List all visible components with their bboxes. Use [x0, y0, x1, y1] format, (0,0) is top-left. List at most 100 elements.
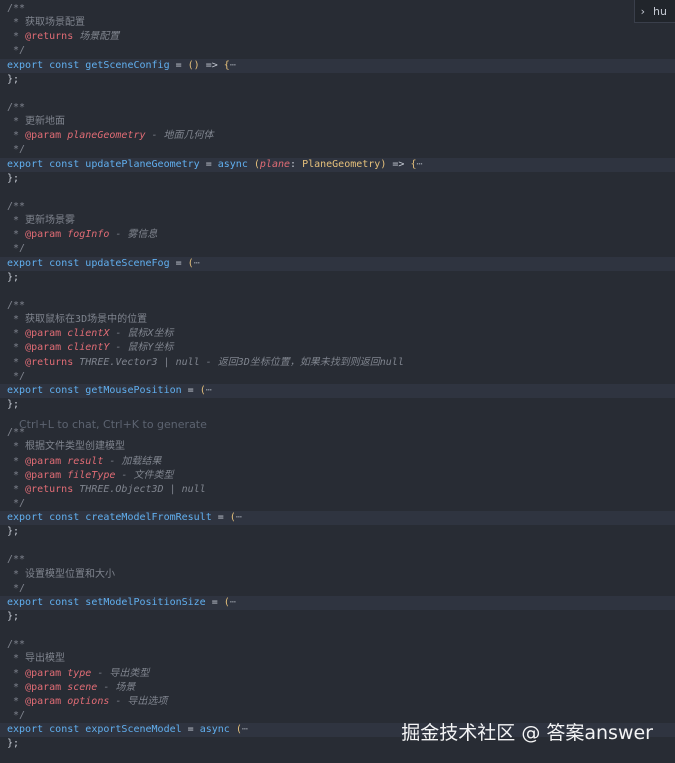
code-line: * 更新地面 — [0, 115, 675, 129]
paren: ( — [229, 724, 242, 736]
code-line: */ — [0, 497, 675, 511]
keyword-export: export — [7, 59, 44, 71]
keyword-export: export — [7, 158, 44, 170]
comment-star: * — [7, 681, 26, 693]
folded-function-line[interactable]: export const getSceneConfig = () => {⋯ — [0, 58, 675, 73]
comment-description: * 导出模型 — [7, 653, 66, 665]
comment-star: * — [7, 229, 26, 241]
jsdoc-param-tag: @param — [25, 130, 62, 142]
code-line: /** — [0, 101, 675, 115]
type-name: PlaneGeometry — [302, 158, 381, 170]
operator: = — [211, 512, 230, 524]
param-name: plane — [259, 158, 291, 170]
folded-function-line[interactable]: export const updatePlaneGeometry = async… — [0, 157, 675, 172]
jsdoc-param-name: scene — [67, 681, 98, 693]
comment-description: * 更新场景雾 — [7, 215, 76, 227]
comment-star: * — [7, 328, 26, 340]
keyword-export: export — [7, 257, 44, 269]
comment-close: */ — [7, 497, 26, 509]
operator: = — [205, 596, 224, 608]
paren: ( — [247, 158, 260, 170]
block-end: }; — [7, 526, 20, 538]
code-line: * 导出模型 — [0, 652, 675, 666]
jsdoc-returns-tag: @returns — [25, 31, 74, 43]
block-end: }; — [7, 738, 20, 750]
comment-open: /** — [7, 554, 26, 566]
code-line: * @returns THREE.Object3D | null — [0, 483, 675, 497]
comment-param-text: - 文件类型 — [115, 469, 174, 481]
keyword-const: const — [49, 596, 80, 608]
fold-ellipsis-icon[interactable]: ⋯ — [417, 159, 423, 170]
jsdoc-param-tag: @param — [25, 455, 62, 467]
keyword-const: const — [49, 512, 80, 524]
keyword-const: const — [49, 257, 80, 269]
code-editor[interactable]: /** * 获取场景配置 * @returns 场景配置 */ export c… — [0, 0, 675, 763]
comment-param-text: - 地面几何体 — [145, 130, 214, 142]
code-line: }; — [0, 73, 675, 87]
fold-ellipsis-icon[interactable]: ⋯ — [230, 60, 236, 71]
top-right-badge[interactable]: › hu — [633, 0, 675, 23]
keyword-const: const — [49, 384, 80, 396]
folded-function-line[interactable]: export const updateSceneFog = (⋯ — [0, 256, 675, 271]
jsdoc-param-name: clientX — [67, 328, 110, 340]
comment-description: * 设置模型位置和大小 — [7, 568, 116, 580]
keyword-const: const — [49, 59, 80, 71]
block-end: }; — [7, 172, 20, 184]
code-line: * 根据文件类型创建模型 — [0, 440, 675, 454]
fold-ellipsis-icon[interactable]: ⋯ — [230, 597, 236, 608]
block-end: }; — [7, 271, 20, 283]
comment-close: */ — [7, 710, 26, 722]
code-line: }; — [0, 525, 675, 539]
code-line: * @returns 场景配置 — [0, 30, 675, 44]
keyword-const: const — [49, 158, 80, 170]
code-area[interactable]: /** * 获取场景配置 * @returns 场景配置 */ export c… — [0, 2, 675, 751]
code-line: /** — [0, 2, 675, 16]
code-line: /** — [0, 553, 675, 567]
code-line: * @param options - 导出选项 — [0, 695, 675, 709]
comment-star: * — [7, 356, 26, 368]
code-line: }; — [0, 610, 675, 624]
comment-star: * — [7, 455, 26, 467]
function-name: updateSceneFog — [85, 257, 170, 269]
comment-star: * — [7, 695, 26, 707]
code-line: /** — [0, 638, 675, 652]
comment-star: * — [7, 469, 26, 481]
function-name: createModelFromResult — [85, 512, 212, 524]
inline-ai-hint: Ctrl+L to chat, Ctrl+K to generate — [19, 418, 207, 431]
code-line: * @param clientX - 鼠标X坐标 — [0, 327, 675, 341]
code-line: }; — [0, 172, 675, 186]
fold-ellipsis-icon[interactable]: ⋯ — [242, 724, 248, 735]
function-name: exportSceneModel — [85, 724, 182, 736]
jsdoc-param-tag: @param — [25, 469, 62, 481]
fold-ellipsis-icon[interactable]: ⋯ — [206, 385, 212, 396]
jsdoc-param-tag: @param — [25, 229, 62, 241]
comment-star: * — [7, 667, 26, 679]
comment-param-text: - 导出选项 — [109, 695, 168, 707]
folded-function-line[interactable]: export const getMousePosition = (⋯ — [0, 383, 675, 398]
code-line: }; — [0, 271, 675, 285]
keyword-async: async — [199, 724, 230, 736]
function-name: getMousePosition — [85, 384, 182, 396]
jsdoc-param-name: planeGeometry — [67, 130, 146, 142]
keyword-const: const — [49, 724, 80, 736]
jsdoc-param-name: options — [67, 695, 110, 707]
code-line: */ — [0, 582, 675, 596]
code-line: /** — [0, 299, 675, 313]
fold-ellipsis-icon[interactable]: ⋯ — [236, 512, 242, 523]
keyword-export: export — [7, 596, 44, 608]
folded-function-line[interactable]: export const setModelPositionSize = (⋯ — [0, 595, 675, 611]
code-line: * @param fogInfo - 雾信息 — [0, 228, 675, 242]
fold-ellipsis-icon[interactable]: ⋯ — [194, 258, 200, 269]
comment-param-text: - 鼠标Y坐标 — [109, 342, 174, 354]
jsdoc-param-tag: @param — [25, 681, 62, 693]
comment-description: * 获取场景配置 — [7, 17, 86, 29]
function-name: getSceneConfig — [85, 59, 170, 71]
folded-function-line[interactable]: export const createModelFromResult = (⋯ — [0, 511, 675, 526]
badge-label: hu — [653, 4, 667, 18]
jsdoc-returns-tag: @returns — [25, 483, 74, 495]
function-name: updatePlaneGeometry — [85, 158, 200, 170]
code-line: * @param planeGeometry - 地面几何体 — [0, 129, 675, 143]
